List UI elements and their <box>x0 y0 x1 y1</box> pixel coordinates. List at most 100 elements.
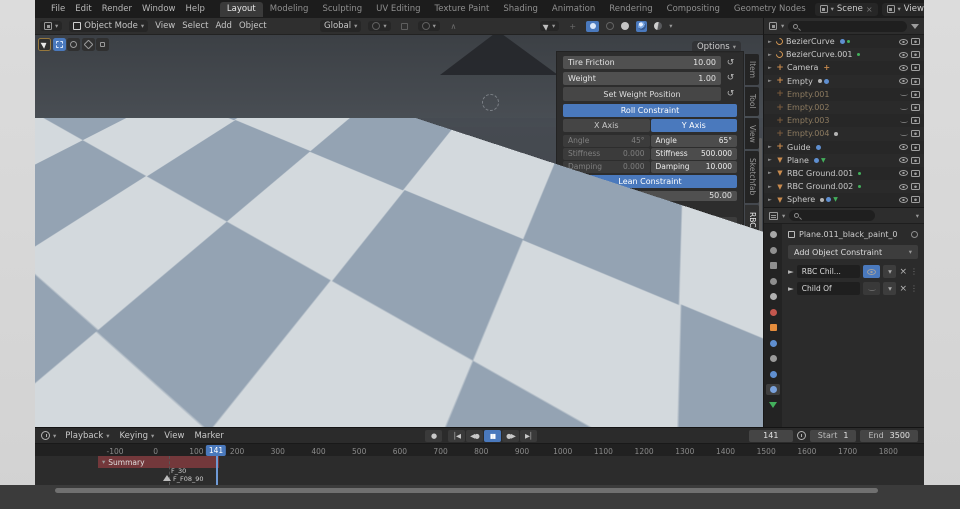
camera-visibility-icon[interactable] <box>911 183 920 190</box>
workspace-tab-sculpting[interactable]: Sculpting <box>315 2 369 17</box>
header-roll-constraint[interactable]: Roll Constraint <box>563 104 737 117</box>
select-box-tool-button[interactable] <box>53 38 66 51</box>
delete-constraint-button[interactable]: × <box>899 267 907 277</box>
object-visibility-button[interactable]: ▾ <box>540 21 559 31</box>
delete-constraint-button[interactable]: × <box>899 284 907 294</box>
measure-tool-button[interactable] <box>96 38 109 51</box>
unlink-scene-icon[interactable]: × <box>866 5 873 14</box>
current-frame-field[interactable]: 141 <box>749 430 793 442</box>
mode-selector[interactable]: Object Mode ▾ <box>69 20 148 32</box>
cursor-tool-button[interactable] <box>67 38 80 51</box>
shading-wireframe-icon[interactable] <box>606 22 614 30</box>
camera-visibility-icon[interactable] <box>911 130 920 137</box>
timeline-ruler[interactable]: -100010020030040050060070080090010001100… <box>35 443 924 456</box>
timeline-editor-button[interactable]: ▾ <box>41 431 56 440</box>
move-tool-button[interactable] <box>82 38 95 51</box>
workspace-tab-geometry-nodes[interactable]: Geometry Nodes <box>727 2 813 17</box>
sidebar-tab-rbc[interactable]: RBC <box>745 205 759 234</box>
properties-editor-icon[interactable] <box>769 212 778 220</box>
field-torque[interactable]: Torque0.50 <box>563 321 737 331</box>
running-cancel-banner[interactable]: Running... ESC or Right Click to Cancel <box>563 235 737 250</box>
header-lean-constraint[interactable]: Lean Constraint <box>563 175 737 188</box>
constraint-row-rbc-chil[interactable]: ►RBC Chil...▾×⋮ <box>788 265 918 278</box>
timeline-menu-view[interactable]: View <box>164 431 184 441</box>
display-mode-icon[interactable] <box>769 22 777 30</box>
gamepad-control-icon[interactable]: ◎ <box>589 217 613 233</box>
properties-tab-particles[interactable] <box>766 353 780 364</box>
current-frame-badge[interactable]: 141 <box>206 445 226 456</box>
properties-tab-view-layer[interactable] <box>766 276 780 287</box>
recalibrate-icon[interactable]: ↻ <box>713 217 737 233</box>
outliner-search-input[interactable] <box>788 21 907 32</box>
camera-visibility-icon[interactable] <box>911 117 920 124</box>
shading-solid-icon[interactable] <box>621 22 629 30</box>
outliner-row-guide[interactable]: ►+Guide <box>764 141 924 154</box>
field-world-speed[interactable]: World Speed0.1 <box>563 399 737 409</box>
viewport-3d[interactable]: 19 ▾ Object Mode ▾ ViewSelectAddObje <box>35 18 763 427</box>
motorcycle-model[interactable]: 19 <box>175 144 495 359</box>
outliner-row-plane[interactable]: ►▼Plane▼ <box>764 154 924 167</box>
tab-y-axis[interactable]: Y Axis <box>651 119 738 132</box>
workspace-tab-compositing[interactable]: Compositing <box>660 2 727 17</box>
eye-hidden-icon[interactable] <box>900 106 908 110</box>
camera-visibility-icon[interactable] <box>911 144 920 151</box>
tab-km-h[interactable]: Km/h <box>651 266 738 279</box>
field-right-angle[interactable]: Angle65° <box>651 135 738 147</box>
outliner-row-empty-004[interactable]: +Empty.004 <box>764 127 924 140</box>
outliner-row-empty-002[interactable]: +Empty.002 <box>764 101 924 114</box>
filter-icon[interactable] <box>911 24 919 29</box>
tweak-tool-button[interactable] <box>38 38 51 51</box>
eye-visible-icon[interactable] <box>899 65 908 71</box>
eye-visible-icon[interactable] <box>899 52 908 58</box>
sidebar-tab-sketchfab[interactable]: Sketchfab <box>745 151 759 202</box>
outliner-row-rbc-ground-002[interactable]: ►▼RBC Ground.002 <box>764 180 924 193</box>
preview-range-icon[interactable] <box>797 431 806 440</box>
tab-mph[interactable]: MPH <box>563 266 650 279</box>
field-speed[interactable]: Speed35.00 <box>563 282 737 292</box>
camera-visibility-icon[interactable] <box>911 51 920 58</box>
workspace-tab-uv-editing[interactable]: UV Editing <box>369 2 427 17</box>
drag-handle-icon[interactable]: ⋮ <box>910 284 918 293</box>
record-button[interactable]: ● <box>425 430 442 442</box>
eye-hidden-icon[interactable] <box>900 132 908 136</box>
drag-handle-icon[interactable]: ⋮ <box>910 267 918 276</box>
outliner-row-empty-001[interactable]: +Empty.001 <box>764 88 924 101</box>
eye-visible-icon[interactable] <box>899 170 908 176</box>
properties-tab-tool[interactable] <box>766 229 780 240</box>
properties-tab-render[interactable] <box>766 245 780 256</box>
properties-tab-object[interactable] <box>766 322 780 333</box>
button-brake[interactable]: Brake <box>563 359 737 369</box>
field-steering-power[interactable]: Steering Power5 <box>563 346 737 356</box>
outliner-row-empty-003[interactable]: +Empty.003 <box>764 114 924 127</box>
eye-visible-icon[interactable] <box>899 39 908 45</box>
eye-hidden-icon[interactable] <box>900 92 908 96</box>
jump-to-end-button[interactable]: ▶│ <box>520 430 537 442</box>
shading-rendered-icon[interactable] <box>654 22 662 30</box>
properties-tab-modifiers[interactable] <box>766 338 780 349</box>
pause-button[interactable]: ▮▮ <box>484 430 501 442</box>
reset-icon[interactable]: ↺ <box>724 56 737 69</box>
constraint-enable-toggle[interactable] <box>863 265 880 278</box>
field-right-damping[interactable]: Damping10.000 <box>651 161 738 173</box>
pin-icon[interactable] <box>911 231 918 238</box>
field-time[interactable]: Time0.00 <box>563 295 737 305</box>
camera-visibility-icon[interactable] <box>911 64 920 71</box>
timeline-menu-playback[interactable]: Playback▾ <box>65 431 109 441</box>
field-brake-strength[interactable]: Brake Strength3 <box>563 372 737 382</box>
menu-file[interactable]: File <box>46 2 70 16</box>
reset-icon[interactable]: ↺ <box>724 72 737 85</box>
ui-control-icon[interactable]: ≡ <box>563 217 587 233</box>
camera-visibility-icon[interactable] <box>911 157 920 164</box>
start-frame-field[interactable]: Start 1 <box>810 430 857 442</box>
next-keyframe-button[interactable]: ●▶ <box>502 430 519 442</box>
field-right-stiffness[interactable]: Stiffness500.000 <box>651 148 738 160</box>
overlays-toggle-icon[interactable] <box>586 21 599 32</box>
workspace-tab-animation[interactable]: Animation <box>545 2 602 17</box>
camera-visibility-icon[interactable] <box>911 38 920 45</box>
constraint-enable-toggle[interactable] <box>863 282 880 295</box>
panel-scrollbar[interactable] <box>759 138 762 278</box>
camera-visibility-icon[interactable] <box>911 78 920 85</box>
timeline-channels[interactable]: ▾ Summary F_30 F_F08_90 <box>35 456 924 485</box>
viewport-menu-add[interactable]: Add <box>215 21 231 31</box>
shading-material-icon[interactable] <box>636 21 647 32</box>
